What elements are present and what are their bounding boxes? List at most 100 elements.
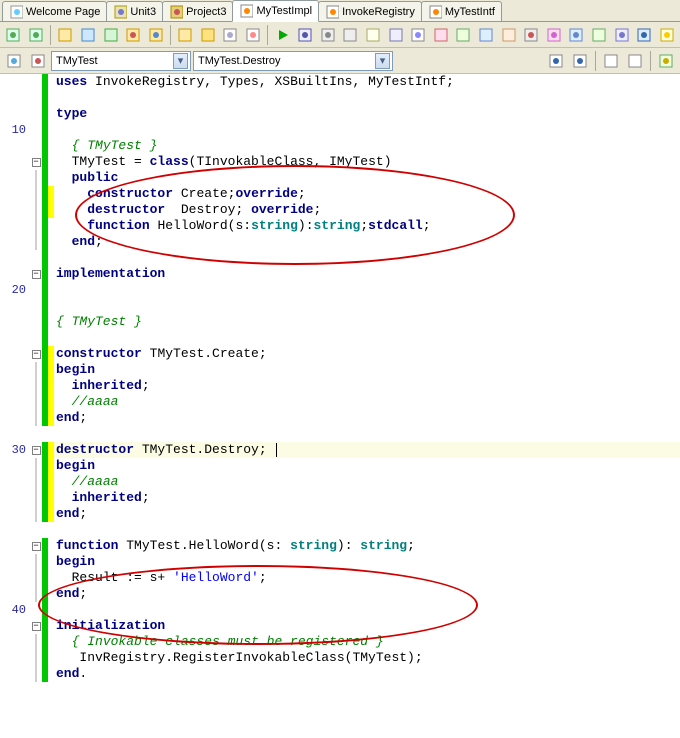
tab-unit3[interactable]: Unit3 [106,1,163,21]
combo-combo_class[interactable]: TMyTest▾ [51,51,191,71]
code-text[interactable]: end; [54,506,680,522]
fold-toggle-icon[interactable]: − [32,270,41,279]
file-yellow3-button[interactable] [145,24,166,46]
arrow-left-button[interactable] [545,50,567,72]
code-text[interactable] [54,426,680,442]
code-line[interactable]: end. [0,666,680,682]
code-text[interactable]: //aaaa [54,394,680,410]
ruler-button[interactable] [385,24,406,46]
arrow-right-button[interactable] [569,50,591,72]
code-line[interactable]: { Invokable classes must be registered } [0,634,680,650]
code-line[interactable]: 20 [0,282,680,298]
code-text[interactable]: initialization [54,618,680,634]
code-text[interactable]: TMyTest = class(TInvokableClass, IMyTest… [54,154,680,170]
fold-gutter[interactable]: − [30,538,42,554]
code-text[interactable]: constructor Create;override; [54,186,680,202]
code-text[interactable]: end; [54,410,680,426]
folder-yellow-button[interactable] [198,24,219,46]
code-line[interactable]: begin [0,458,680,474]
code-line[interactable]: function HelloWord(s:string):string;stdc… [0,218,680,234]
grid3-button[interactable] [476,24,497,46]
code-text[interactable]: //aaaa [54,474,680,490]
nav-fwd-button[interactable] [26,24,47,46]
tab-project3[interactable]: Project3 [162,1,233,21]
bulb-button[interactable] [656,24,677,46]
code-line[interactable]: begin [0,362,680,378]
code-text[interactable]: { TMyTest } [54,138,680,154]
copy-button[interactable] [220,24,241,46]
code-line[interactable] [0,330,680,346]
code-text[interactable] [54,298,680,314]
db-button[interactable] [566,24,587,46]
cube-button[interactable] [589,24,610,46]
code-line[interactable]: 10 [0,122,680,138]
code-text[interactable]: function HelloWord(s:string):string;stdc… [54,218,680,234]
code-text[interactable]: destructor TMyTest.Destroy; [54,442,680,458]
pen-button[interactable] [363,24,384,46]
chevron-down-icon[interactable]: ▾ [375,53,390,69]
sphere-button[interactable] [611,24,632,46]
fold-toggle-icon[interactable]: − [32,542,41,551]
code-text[interactable]: end. [54,666,680,682]
code-text[interactable]: destructor Destroy; override; [54,202,680,218]
code-text[interactable]: uses InvokeRegistry, Types, XSBuiltIns, … [54,74,680,90]
debug-button[interactable] [295,24,316,46]
file-green-button[interactable] [100,24,121,46]
intf-icon-button[interactable] [3,50,25,72]
fold-toggle-icon[interactable]: − [32,158,41,167]
fold-toggle-icon[interactable]: − [32,350,41,359]
code-text[interactable]: public [54,170,680,186]
code-line[interactable]: type [0,106,680,122]
help-button[interactable] [634,24,655,46]
code-line[interactable]: public [0,170,680,186]
code-line[interactable]: − implementation [0,266,680,282]
grid4-button[interactable] [498,24,519,46]
code-line[interactable]: end; [0,410,680,426]
code-text[interactable] [54,282,680,298]
fold-gutter[interactable]: − [30,266,42,282]
code-text[interactable]: end; [54,586,680,602]
code-area[interactable]: uses InvokeRegistry, Types, XSBuiltIns, … [0,74,680,738]
fold-toggle-icon[interactable]: − [32,622,41,631]
indent-button[interactable] [408,24,429,46]
code-text[interactable]: begin [54,458,680,474]
tab-welcome-page[interactable]: Welcome Page [2,1,107,21]
code-text[interactable]: Result := s+ 'HelloWord'; [54,570,680,586]
code-text[interactable]: { TMyTest } [54,314,680,330]
code-text[interactable]: function TMyTest.HelloWord(s: string): s… [54,538,680,554]
fold-gutter[interactable]: − [30,618,42,634]
code-text[interactable]: implementation [54,266,680,282]
code-line[interactable]: end; [0,586,680,602]
code-text[interactable] [54,250,680,266]
code-line[interactable]: //aaaa [0,474,680,490]
align-left-button[interactable] [600,50,622,72]
code-line[interactable] [0,522,680,538]
combo-combo_method[interactable]: TMyTest.Destroy▾ [193,51,393,71]
code-text[interactable]: type [54,106,680,122]
code-text[interactable] [54,122,680,138]
code-text[interactable]: { Invokable classes must be registered } [54,634,680,650]
code-line[interactable] [0,298,680,314]
code-line[interactable]: destructor Destroy; override; [0,202,680,218]
tab-invokeregistry[interactable]: InvokeRegistry [318,1,422,21]
code-line[interactable]: end; [0,234,680,250]
code-line[interactable]: − initialization [0,618,680,634]
fold-gutter[interactable]: − [30,346,42,362]
tab-mytestintf[interactable]: MyTestIntf [421,1,502,21]
code-line[interactable]: − function TMyTest.HelloWord(s: string): … [0,538,680,554]
fold-toggle-icon[interactable]: − [32,446,41,455]
code-editor[interactable]: uses InvokeRegistry, Types, XSBuiltIns, … [0,74,680,738]
code-line[interactable]: begin [0,554,680,570]
code-line[interactable]: Result := s+ 'HelloWord'; [0,570,680,586]
code-text[interactable] [54,90,680,106]
code-text[interactable] [54,330,680,346]
folder-open-button[interactable] [175,24,196,46]
fold-gutter[interactable]: − [30,154,42,170]
file-blue-button[interactable] [78,24,99,46]
chevron-down-icon[interactable]: ▾ [173,53,188,69]
code-text[interactable]: end; [54,234,680,250]
code-text[interactable]: begin [54,554,680,570]
grid1-button[interactable] [430,24,451,46]
paint-button[interactable] [543,24,564,46]
tools-button[interactable] [521,24,542,46]
